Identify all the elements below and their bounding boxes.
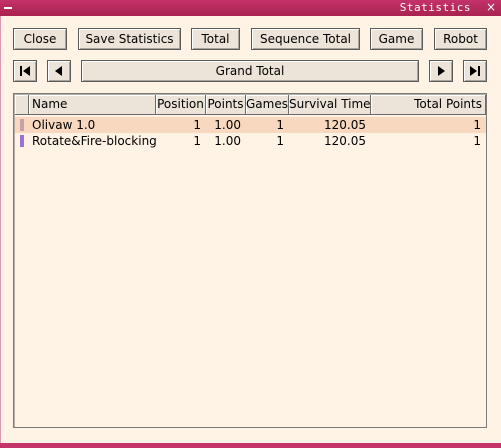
table-row[interactable]: Rotate&Fire-blocking 1 1.00 1 120.05 1 bbox=[15, 133, 486, 149]
sequence-total-button[interactable]: Sequence Total bbox=[251, 28, 360, 50]
cell-name: Olivaw 1.0 bbox=[32, 118, 96, 132]
title-bar[interactable]: Statistics × bbox=[0, 0, 501, 16]
save-statistics-button[interactable]: Save Statistics bbox=[78, 28, 181, 50]
window-menu-icon[interactable] bbox=[3, 3, 13, 12]
skip-to-end-icon bbox=[470, 66, 480, 76]
robot-color-swatch bbox=[20, 135, 24, 147]
column-header-points[interactable]: Points bbox=[206, 95, 246, 115]
table-row[interactable]: Olivaw 1.0 1 1.00 1 120.05 1 bbox=[15, 117, 486, 133]
cell-points: 1.00 bbox=[214, 118, 241, 132]
cell-name: Rotate&Fire-blocking bbox=[32, 134, 156, 148]
window-title: Statistics bbox=[399, 1, 471, 14]
column-header-position[interactable]: Position bbox=[156, 95, 206, 115]
last-button[interactable] bbox=[463, 60, 487, 82]
statistics-window: Statistics × Close Save Statistics Total… bbox=[0, 0, 501, 448]
cell-total-points: 1 bbox=[473, 118, 481, 132]
column-header-games[interactable]: Games bbox=[246, 95, 289, 115]
results-table[interactable]: Name Position Points Games Survival Time… bbox=[13, 93, 487, 428]
cell-position: 1 bbox=[193, 118, 201, 132]
total-button[interactable]: Total bbox=[191, 28, 240, 50]
window-close-icon[interactable]: × bbox=[485, 1, 497, 13]
cell-position: 1 bbox=[193, 134, 201, 148]
column-header-name[interactable]: Name bbox=[29, 95, 156, 115]
column-header-total-points[interactable]: Total Points bbox=[371, 95, 486, 115]
skip-to-start-icon bbox=[20, 66, 30, 76]
first-button[interactable] bbox=[13, 60, 37, 82]
next-icon bbox=[438, 66, 445, 76]
column-header-survival-time[interactable]: Survival Time bbox=[289, 95, 371, 115]
header-corner bbox=[15, 95, 29, 115]
previous-icon bbox=[55, 66, 62, 76]
robot-button[interactable]: Robot bbox=[434, 28, 487, 50]
window-bottom-border bbox=[0, 443, 501, 448]
cell-survival-time: 120.05 bbox=[324, 134, 366, 148]
table-header: Name Position Points Games Survival Time… bbox=[15, 95, 486, 115]
next-button[interactable] bbox=[429, 60, 453, 82]
cell-survival-time: 120.05 bbox=[324, 118, 366, 132]
robot-color-swatch bbox=[20, 119, 24, 131]
cell-total-points: 1 bbox=[473, 134, 481, 148]
game-button[interactable]: Game bbox=[370, 28, 423, 50]
current-view-label: Grand Total bbox=[81, 60, 419, 82]
cell-games: 1 bbox=[276, 134, 284, 148]
close-button[interactable]: Close bbox=[13, 28, 67, 50]
window-left-border bbox=[0, 16, 1, 448]
cell-games: 1 bbox=[276, 118, 284, 132]
cell-points: 1.00 bbox=[214, 134, 241, 148]
previous-button[interactable] bbox=[47, 60, 71, 82]
